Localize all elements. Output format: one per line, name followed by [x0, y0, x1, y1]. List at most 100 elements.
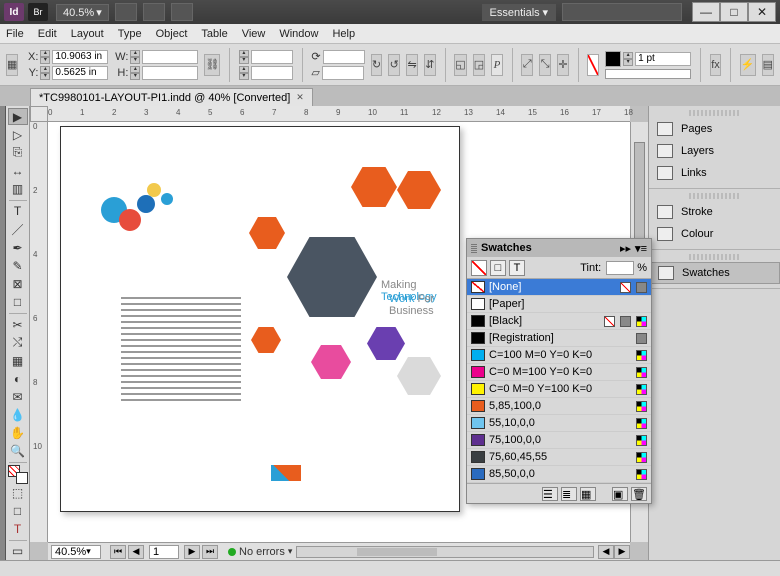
tint-input[interactable] [606, 261, 634, 275]
center-content-icon[interactable]: ✛ [557, 54, 569, 76]
swatch-row[interactable]: C=0 M=0 Y=100 K=0 [467, 381, 651, 398]
rectangle-tool[interactable]: □ [8, 294, 28, 311]
scale-x-input[interactable] [251, 50, 293, 64]
maximize-button[interactable]: □ [720, 2, 748, 22]
height-input[interactable] [142, 66, 198, 80]
swatches-panel[interactable]: Swatches ▸▸ ▾≡ □ T Tint: % [None][Paper]… [466, 238, 652, 504]
first-page-button[interactable]: ⏮ [110, 545, 126, 559]
fit-content-icon[interactable]: ⤢ [521, 54, 533, 76]
step-up-icon[interactable]: ▴ [623, 52, 633, 59]
stroke-swatch-icon[interactable] [605, 51, 621, 67]
menu-type[interactable]: Type [118, 28, 142, 40]
pencil-tool[interactable]: ✎ [8, 258, 28, 275]
rotate-90-cw-icon[interactable]: ↻ [371, 54, 383, 76]
last-page-button[interactable]: ⏭ [202, 545, 218, 559]
step-down-icon[interactable]: ▾ [130, 57, 140, 64]
step-up-icon[interactable]: ▴ [239, 50, 249, 57]
dock-grip[interactable] [689, 254, 740, 260]
vertical-ruler[interactable]: 0246810 [30, 122, 48, 542]
formatting-text-icon[interactable]: T [509, 260, 525, 276]
document-tab[interactable]: *TC9980101-LAYOUT-PI1.indd @ 40% [Conver… [30, 88, 313, 106]
selection-tool[interactable]: ▶ [8, 108, 28, 125]
menu-view[interactable]: View [242, 28, 266, 40]
step-up-icon[interactable]: ▴ [40, 66, 50, 73]
step-down-icon[interactable]: ▾ [40, 57, 50, 64]
panel-swatches[interactable]: Swatches [649, 262, 780, 284]
swatch-row[interactable]: 75,60,45,55 [467, 449, 651, 466]
note-tool[interactable]: ✉ [8, 388, 28, 405]
pen-tool[interactable]: ✒ [8, 240, 28, 257]
scale-y-input[interactable] [251, 66, 293, 80]
step-up-icon[interactable]: ▴ [130, 66, 140, 73]
swatch-row[interactable]: [Black] [467, 313, 651, 330]
close-tab-icon[interactable]: ✕ [296, 92, 304, 103]
flip-horizontal-icon[interactable]: ⇋ [406, 54, 418, 76]
step-down-icon[interactable]: ▾ [239, 73, 249, 80]
zoom-dropdown[interactable]: 40.5% ▾ [51, 545, 101, 559]
gradient-feather-tool[interactable]: ◐ [8, 370, 28, 387]
menu-object[interactable]: Object [156, 28, 188, 40]
zoom-level-field[interactable]: 40.5%▾ [56, 4, 109, 21]
swatch-row[interactable]: 85,50,0,0 [467, 466, 651, 483]
dock-grip[interactable] [689, 193, 740, 199]
page-number-field[interactable]: 1 [149, 545, 179, 559]
search-field[interactable] [562, 3, 682, 21]
swatch-row[interactable]: 75,100,0,0 [467, 432, 651, 449]
horizontal-ruler[interactable]: 0123456789101112131415161718 [48, 106, 630, 122]
stroke-style-dropdown[interactable] [605, 69, 691, 79]
step-down-icon[interactable]: ▾ [40, 73, 50, 80]
swatch-row[interactable]: 55,10,0,0 [467, 415, 651, 432]
content-collector-tool[interactable]: ▥ [8, 180, 28, 197]
swatch-row[interactable]: C=0 M=100 Y=0 K=0 [467, 364, 651, 381]
swatch-row[interactable]: [Paper] [467, 296, 651, 313]
minimize-button[interactable]: — [692, 2, 720, 22]
scissors-tool[interactable]: ✂ [8, 316, 28, 333]
panel-menu-icon[interactable]: ▤ [762, 54, 774, 76]
step-up-icon[interactable]: ▴ [239, 66, 249, 73]
quick-apply-icon[interactable]: ⚡ [740, 54, 756, 76]
rotate-90-ccw-icon[interactable]: ↺ [388, 54, 400, 76]
close-button[interactable]: ✕ [748, 2, 776, 22]
scroll-left-button[interactable]: ◀ [598, 545, 614, 559]
screen-mode-button[interactable] [143, 3, 165, 21]
swatch-row[interactable]: [None] [467, 279, 651, 296]
stroke-weight-input[interactable] [635, 52, 691, 66]
swatch-row[interactable]: C=100 M=0 Y=0 K=0 [467, 347, 651, 364]
shear-input[interactable] [322, 66, 364, 80]
panel-header[interactable]: Swatches ▸▸ ▾≡ [467, 239, 651, 257]
workspace-switcher[interactable]: Essentials ▾ [482, 4, 556, 21]
constrain-proportions-icon[interactable]: ⛓ [204, 54, 220, 76]
panel-links[interactable]: Links [649, 162, 780, 184]
step-up-icon[interactable]: ▴ [40, 50, 50, 57]
collapse-panel-icon[interactable]: ▸▸ [620, 242, 631, 255]
show-list-view-icon[interactable]: ☰ [542, 487, 558, 501]
menu-table[interactable]: Table [201, 28, 227, 40]
new-swatch-button[interactable]: ▣ [612, 487, 628, 501]
paragraph-style-icon[interactable]: P [491, 54, 503, 76]
panel-stroke[interactable]: Stroke [649, 201, 780, 223]
formatting-container-icon[interactable]: □ [490, 260, 506, 276]
scroll-right-button[interactable]: ▶ [614, 545, 630, 559]
view-options-button[interactable] [115, 3, 137, 21]
page-tool[interactable]: ⎘ [8, 144, 28, 161]
step-up-icon[interactable]: ▴ [130, 50, 140, 57]
direct-selection-tool[interactable]: ▷ [8, 126, 28, 143]
panel-colour[interactable]: Colour [649, 223, 780, 245]
preflight-status[interactable]: No errors ▾ [228, 546, 292, 558]
rotation-input[interactable] [323, 50, 365, 64]
reference-point-proxy[interactable]: ▦ [6, 54, 18, 76]
menu-edit[interactable]: Edit [38, 28, 57, 40]
step-down-icon[interactable]: ▾ [130, 73, 140, 80]
formatting-affects-text-icon[interactable]: T [8, 521, 28, 538]
fill-swatch-icon[interactable] [587, 54, 599, 76]
next-page-button[interactable]: ▶ [184, 545, 200, 559]
gap-tool[interactable]: ↔ [8, 162, 28, 179]
gradient-swatch-tool[interactable]: ▦ [8, 352, 28, 369]
swatch-row[interactable]: 5,85,100,0 [467, 398, 651, 415]
scrollbar-thumb[interactable] [357, 548, 437, 556]
menu-file[interactable]: File [6, 28, 24, 40]
scrollbar-thumb[interactable] [634, 142, 645, 242]
fit-frame-icon[interactable]: ⤡ [539, 54, 551, 76]
menu-help[interactable]: Help [332, 28, 355, 40]
panel-pages[interactable]: Pages [649, 118, 780, 140]
